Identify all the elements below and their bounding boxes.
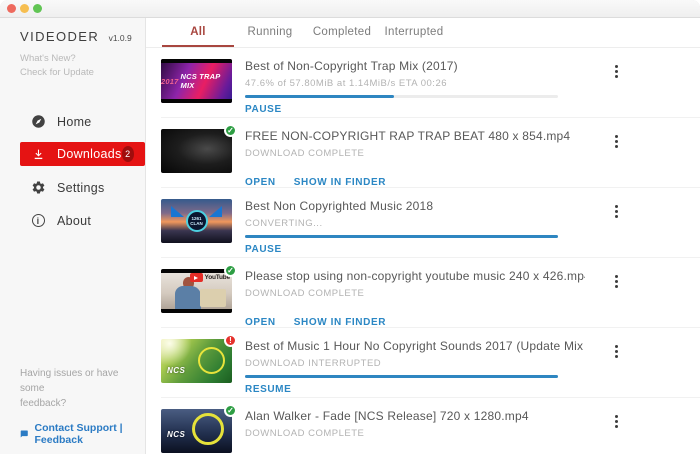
sidebar-footer: Having issues or have some feedback? Con… bbox=[20, 366, 133, 446]
download-item: NCS ✓ Alan Walker - Fade [NCS Release] 7… bbox=[161, 398, 700, 454]
progress-bar bbox=[245, 95, 558, 98]
download-icon bbox=[30, 146, 46, 162]
check-update-link[interactable]: Check for Update bbox=[20, 66, 145, 80]
info-icon: i bbox=[30, 213, 46, 229]
download-title: FREE NON-COPYRIGHT RAP TRAP BEAT 480 x 8… bbox=[245, 129, 585, 144]
download-status: 47.6% of 57.80MiB at 1.14MiB/s ETA 00:26 bbox=[245, 78, 585, 90]
sidebar-item-label: About bbox=[57, 214, 91, 228]
show-in-finder-button[interactable]: SHOW IN FINDER bbox=[294, 317, 386, 328]
app-version: v1.0.9 bbox=[109, 33, 132, 43]
downloads-count-badge: 2 bbox=[122, 146, 134, 162]
gear-icon bbox=[30, 180, 46, 196]
close-window-button[interactable] bbox=[7, 4, 16, 13]
video-thumbnail: NCS ✓ bbox=[161, 409, 232, 453]
sidebar-item-label: Settings bbox=[57, 181, 105, 195]
download-status: DOWNLOAD COMPLETE bbox=[245, 288, 585, 300]
minimize-window-button[interactable] bbox=[20, 4, 29, 13]
download-item: NCS ! Best of Music 1 Hour No Copyright … bbox=[161, 328, 700, 398]
tab-running[interactable]: Running bbox=[234, 18, 306, 47]
progress-bar bbox=[245, 375, 558, 378]
error-badge-icon: ! bbox=[224, 334, 237, 347]
titlebar bbox=[0, 0, 700, 18]
download-status: DOWNLOAD COMPLETE bbox=[245, 148, 585, 160]
sidebar-item-settings[interactable]: Settings bbox=[0, 171, 145, 204]
more-options-button[interactable] bbox=[609, 342, 623, 360]
progress-bar bbox=[245, 235, 558, 238]
video-thumbnail: ✓ bbox=[161, 129, 232, 173]
sidebar: VIDEODER v1.0.9 What's New? Check for Up… bbox=[0, 18, 146, 454]
youtube-logo: YouTube bbox=[190, 273, 230, 282]
pause-button[interactable]: PAUSE bbox=[245, 104, 282, 115]
tab-interrupted[interactable]: Interrupted bbox=[378, 18, 450, 47]
video-thumbnail: NCS ! bbox=[161, 339, 232, 383]
download-status: DOWNLOAD COMPLETE bbox=[245, 428, 585, 440]
check-badge-icon: ✓ bbox=[224, 404, 237, 417]
download-item: YouTube ✓ Please stop using non-copyrigh… bbox=[161, 258, 700, 328]
chat-icon bbox=[20, 428, 28, 440]
video-thumbnail: 2017 NCS TRAP MIX bbox=[161, 59, 232, 103]
app-name: VIDEODER bbox=[20, 29, 99, 44]
video-thumbnail: YouTube ✓ bbox=[161, 269, 232, 313]
resume-button[interactable]: RESUME bbox=[245, 384, 291, 395]
sidebar-item-about[interactable]: i About bbox=[0, 204, 145, 237]
sidebar-item-home[interactable]: Home bbox=[0, 105, 145, 138]
main-panel: All Running Completed Interrupted 2017 N… bbox=[146, 18, 700, 454]
download-status: DOWNLOAD INTERRUPTED bbox=[245, 358, 585, 370]
app-brand: VIDEODER v1.0.9 bbox=[0, 18, 145, 46]
download-title: Best Non Copyrighted Music 2018 bbox=[245, 199, 585, 214]
feedback-prompt-line1: Having issues or have some bbox=[20, 366, 133, 396]
download-item: 1261 CLAN Best Non Copyrighted Music 201… bbox=[161, 188, 700, 258]
sidebar-item-label: Home bbox=[57, 115, 92, 129]
open-button[interactable]: OPEN bbox=[245, 177, 276, 188]
sidebar-item-label: Downloads bbox=[57, 147, 122, 161]
more-options-button[interactable] bbox=[609, 202, 623, 220]
downloads-list: 2017 NCS TRAP MIX Best of Non-Copyright … bbox=[146, 48, 700, 454]
tab-completed[interactable]: Completed bbox=[306, 18, 378, 47]
more-options-button[interactable] bbox=[609, 62, 623, 80]
download-title: Alan Walker - Fade [NCS Release] 720 x 1… bbox=[245, 409, 585, 424]
download-title: Best of Non-Copyright Trap Mix (2017) bbox=[245, 59, 585, 74]
videoder-window: VIDEODER v1.0.9 What's New? Check for Up… bbox=[0, 0, 700, 454]
more-options-button[interactable] bbox=[609, 132, 623, 150]
download-item: 2017 NCS TRAP MIX Best of Non-Copyright … bbox=[161, 48, 700, 118]
download-filter-tabs: All Running Completed Interrupted bbox=[146, 18, 700, 48]
download-title: Please stop using non-copyright youtube … bbox=[245, 269, 585, 284]
download-item: ✓ FREE NON-COPYRIGHT RAP TRAP BEAT 480 x… bbox=[161, 118, 700, 188]
explore-icon bbox=[30, 114, 46, 130]
feedback-prompt-line2: feedback? bbox=[20, 396, 133, 411]
sidebar-nav: Home Downloads 2 Settings bbox=[0, 105, 145, 237]
download-status: CONVERTING... bbox=[245, 218, 585, 230]
download-title: Best of Music 1 Hour No Copyright Sounds… bbox=[245, 339, 585, 354]
video-thumbnail: 1261 CLAN bbox=[161, 199, 232, 243]
zoom-window-button[interactable] bbox=[33, 4, 42, 13]
check-badge-icon: ✓ bbox=[224, 264, 237, 277]
more-options-button[interactable] bbox=[609, 412, 623, 430]
open-button[interactable]: OPEN bbox=[245, 317, 276, 328]
whats-new-link[interactable]: What's New? bbox=[20, 52, 145, 66]
more-options-button[interactable] bbox=[609, 272, 623, 290]
pause-button[interactable]: PAUSE bbox=[245, 244, 282, 255]
contact-support-link[interactable]: Contact Support | Feedback bbox=[20, 422, 133, 446]
sidebar-item-downloads[interactable]: Downloads 2 bbox=[20, 142, 145, 166]
tab-all[interactable]: All bbox=[162, 18, 234, 47]
show-in-finder-button[interactable]: SHOW IN FINDER bbox=[294, 177, 386, 188]
check-badge-icon: ✓ bbox=[224, 124, 237, 137]
